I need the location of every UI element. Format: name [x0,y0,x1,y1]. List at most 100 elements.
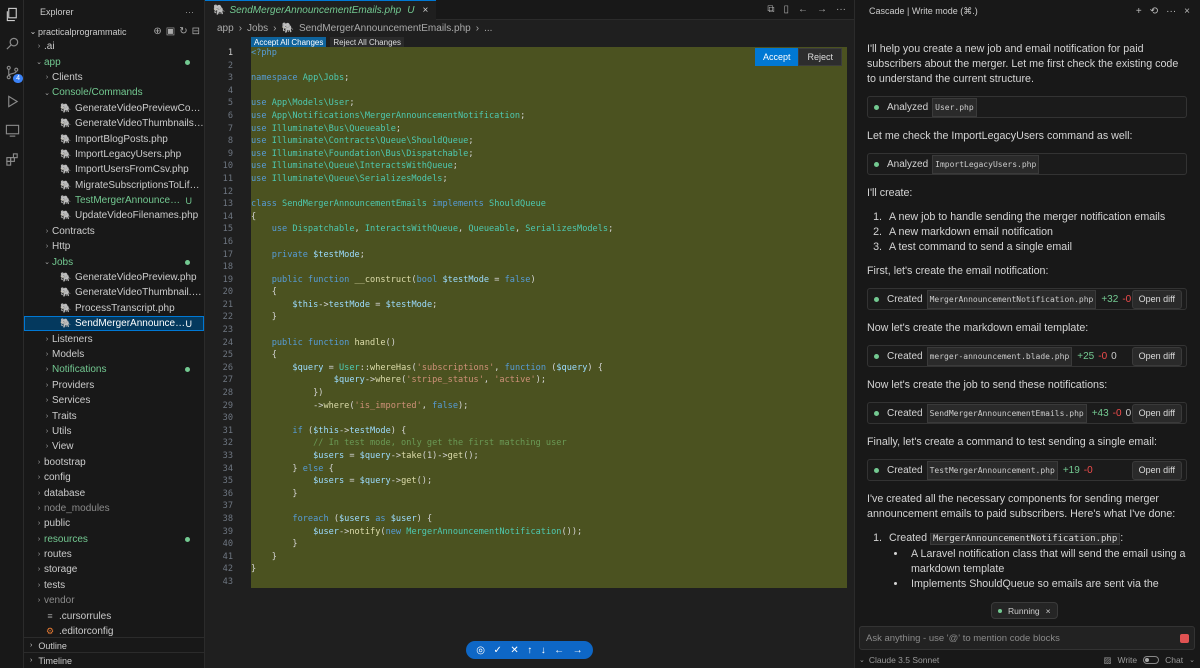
file-chip[interactable]: SendMergerAnnouncementEmails.php [926,403,1087,423]
open-diff-button[interactable]: Open diff [1131,289,1182,309]
timeline-section[interactable]: › Timeline [24,652,205,668]
tree-folder[interactable]: ⌄ Console/Commands [24,85,204,100]
new-file-icon[interactable]: ⊕ [153,26,161,37]
more-actions-icon[interactable]: ··· [1166,6,1176,17]
tree-folder[interactable]: › node_modules [24,501,204,516]
accept-change-icon[interactable]: ✓ [493,645,501,656]
tree-file[interactable]: 🐘 ImportUsersFromCsv.php [24,162,204,177]
run-debug-icon[interactable] [4,93,20,109]
tree-folder[interactable]: › Models [24,347,204,362]
refresh-icon[interactable]: ↻ [179,26,187,37]
remote-explorer-icon[interactable] [4,122,20,138]
tree-folder[interactable]: › public [24,516,204,531]
file-chip[interactable]: ImportLegacyUsers.php [932,154,1040,174]
tree-folder[interactable]: › .ai [24,39,204,54]
chat-input[interactable]: Ask anything - use '@' to mention code b… [859,626,1195,650]
new-folder-icon[interactable]: ▣ [166,26,175,37]
close-icon[interactable]: × [1046,606,1051,616]
tree-folder[interactable]: › Http [24,239,204,254]
tree-folder[interactable]: › database [24,485,204,500]
tree-file[interactable]: 🐘GenerateVideoThumbnailsCom... [24,116,204,131]
tree-folder[interactable]: ⌄ app [24,54,204,69]
image-icon[interactable]: ▨ [1103,655,1111,666]
breadcrumb-item[interactable]: ... [484,23,492,34]
tree-file[interactable]: 🐘TestMergerAnnouncement....U [24,193,204,208]
outline-section[interactable]: › Outline [24,637,205,653]
tree-folder[interactable]: › Listeners [24,331,204,346]
created-step[interactable]: Created merger-announcement.blade.php +2… [867,345,1187,367]
code-lines[interactable]: <?php namespace App\Jobs; use App\Models… [251,47,847,589]
mode-toggle[interactable] [1143,656,1160,664]
tree-folder[interactable]: › Notifications [24,362,204,377]
breadcrumb-item[interactable]: SendMergerAnnouncementEmails.php [299,23,471,34]
search-icon[interactable] [4,35,20,51]
tree-file[interactable]: 🐘MigrateSubscriptionsToLifetime... [24,178,204,193]
tree-folder[interactable]: › config [24,470,204,485]
close-icon[interactable]: × [422,5,428,16]
cascade-logo-icon[interactable]: ◎ [476,645,485,656]
created-step[interactable]: Created MergerAnnouncementNotification.p… [867,288,1187,310]
explorer-files-icon[interactable] [4,6,20,22]
collapse-all-icon[interactable]: ⊟ [192,26,200,37]
analyzed-step[interactable]: Analyzed ImportLegacyUsers.php [867,153,1187,175]
source-control-icon[interactable]: 4 [4,64,23,83]
code-editor[interactable]: 1 2 3 4 5 6 7 8 9 10 11 12 13 14 15 16 17 18 19 20 21 22 23 24 2… [205,47,854,588]
split-icon[interactable]: ▯ [783,4,789,15]
file-chip[interactable]: merger-announcement.blade.php [926,346,1073,366]
more-actions-icon[interactable]: ··· [185,7,194,17]
open-diff-button[interactable]: Open diff [1131,460,1182,480]
previous-file-icon[interactable]: ← [554,645,564,656]
breadcrumb-item[interactable]: app [217,23,234,34]
open-diff-button[interactable]: Open diff [1131,346,1182,366]
breadcrumb-item[interactable]: Jobs [247,23,268,34]
reject-change-icon[interactable]: ✕ [510,645,518,656]
extensions-icon[interactable] [4,151,20,167]
more-actions-icon[interactable]: ··· [836,4,846,15]
file-chip[interactable]: TestMergerAnnouncement.php [926,460,1058,480]
tree-folder[interactable]: › vendor [24,593,204,608]
project-root[interactable]: ⌄ practicalprogrammatic ⊕ ▣ ↻ ⊟ [24,24,204,39]
tree-folder[interactable]: › Utils [24,424,204,439]
tree-folder[interactable]: › storage [24,562,204,577]
nav-back-icon[interactable]: ← [798,4,808,15]
tree-file[interactable]: 🐘 ProcessTranscript.php [24,301,204,316]
model-selector[interactable]: Claude 3.5 Sonnet [869,655,939,665]
tree-file[interactable]: ≡ .cursorrules [24,608,204,623]
file-chip[interactable]: MergerAnnouncementNotification.php [930,533,1121,545]
tree-folder[interactable]: › Providers [24,378,204,393]
tree-folder[interactable]: › Clients [24,70,204,85]
accept-button[interactable]: Accept [754,48,799,66]
tree-file[interactable]: 🐘GenerateVideoPreviewComman... [24,101,204,116]
analyzed-step[interactable]: Analyzed User.php [867,96,1187,118]
tree-file[interactable]: 🐘 ImportLegacyUsers.php [24,147,204,162]
editor-tab[interactable]: 🐘 SendMergerAnnouncementEmails.php U × [205,0,437,20]
running-indicator[interactable]: Running × [991,602,1058,619]
tree-folder[interactable]: › Services [24,393,204,408]
tree-folder[interactable]: › resources [24,532,204,547]
file-chip[interactable]: MergerAnnouncementNotification.php [926,289,1097,309]
next-file-icon[interactable]: → [573,645,583,656]
close-icon[interactable]: × [1184,6,1190,17]
history-icon[interactable]: ⟲ [1150,6,1158,17]
new-chat-icon[interactable]: + [1136,6,1142,17]
tree-file[interactable]: 🐘 GenerateVideoThumbnail.php [24,285,204,300]
reject-button[interactable]: Reject [798,48,842,66]
tree-folder[interactable]: ⌄ Jobs [24,254,204,269]
tree-folder[interactable]: › Traits [24,408,204,423]
tree-folder[interactable]: › View [24,439,204,454]
compare-icon[interactable]: ⧉ [767,4,774,15]
tree-folder[interactable]: › routes [24,547,204,562]
tree-file[interactable]: 🐘 ImportBlogPosts.php [24,131,204,146]
tree-file[interactable]: 🐘 UpdateVideoFilenames.php [24,208,204,223]
next-change-icon[interactable]: ↓ [541,645,546,656]
tree-folder[interactable]: › Contracts [24,224,204,239]
tree-folder[interactable]: › tests [24,578,204,593]
tree-file[interactable]: 🐘 GenerateVideoPreview.php [24,270,204,285]
previous-change-icon[interactable]: ↑ [527,645,532,656]
tree-file[interactable]: 🐘SendMergerAnnouncemen...U [24,316,204,332]
nav-forward-icon[interactable]: → [817,4,827,15]
stop-icon[interactable] [1180,633,1189,643]
file-chip[interactable]: User.php [932,97,977,117]
open-diff-button[interactable]: Open diff [1131,403,1182,423]
created-step[interactable]: Created TestMergerAnnouncement.php +19 -… [867,459,1187,481]
